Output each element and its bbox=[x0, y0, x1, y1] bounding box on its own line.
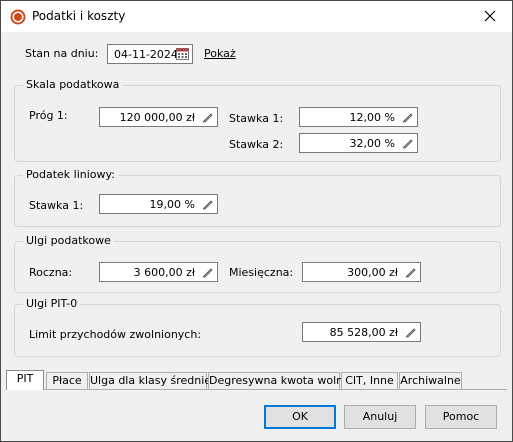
threshold-field[interactable]: 120 000,00 zł bbox=[99, 107, 218, 127]
date-value: 04-11-2024 bbox=[114, 48, 178, 61]
threshold-value: 120 000,00 zł bbox=[119, 111, 195, 124]
cancel-button[interactable]: Anuluj bbox=[344, 405, 416, 429]
annual-label: Roczna: bbox=[29, 266, 73, 279]
close-button[interactable] bbox=[468, 1, 512, 32]
rate1-label: Stawka 1: bbox=[229, 112, 284, 125]
tab-strip: PIT Płace Ulga dla klasy średniej Degres… bbox=[6, 370, 506, 390]
tab-cit-other[interactable]: CIT, Inne bbox=[341, 372, 398, 389]
rate2-field[interactable]: 32,00 % bbox=[299, 133, 418, 153]
pencil-icon[interactable] bbox=[404, 326, 416, 338]
date-label: Stan na dniu: bbox=[25, 47, 99, 60]
pencil-icon[interactable] bbox=[201, 198, 213, 210]
pencil-icon[interactable] bbox=[404, 266, 416, 278]
limit-value: 85 528,00 zł bbox=[329, 326, 398, 339]
show-link[interactable]: Pokaż bbox=[204, 47, 236, 60]
close-icon bbox=[484, 10, 496, 22]
tab-middle-class-relief[interactable]: Ulga dla klasy średniej bbox=[89, 372, 214, 389]
tax-scale-legend: Skala podatkowa bbox=[23, 78, 123, 91]
rate1-field[interactable]: 12,00 % bbox=[299, 107, 418, 127]
tab-degressive-allowance[interactable]: Degresywna kwota wolna bbox=[208, 372, 350, 389]
limit-field[interactable]: 85 528,00 zł bbox=[302, 322, 421, 342]
monthly-label: Miesięczna: bbox=[229, 266, 294, 279]
rate2-label: Stawka 2: bbox=[229, 138, 284, 151]
ok-button[interactable]: OK bbox=[264, 405, 336, 429]
annual-value: 3 600,00 zł bbox=[133, 266, 195, 279]
flat-tax-legend: Podatek liniowy: bbox=[23, 168, 118, 181]
dialog-window: Podatki i koszty Stan na dniu: 04-11-202… bbox=[0, 0, 513, 442]
monthly-value: 300,00 zł bbox=[347, 266, 398, 279]
pencil-icon[interactable] bbox=[201, 266, 213, 278]
annual-field[interactable]: 3 600,00 zł bbox=[99, 262, 218, 282]
calendar-icon[interactable] bbox=[176, 48, 189, 60]
tab-baseline bbox=[6, 389, 507, 390]
window-title: Podatki i koszty bbox=[32, 9, 126, 23]
tab-archive[interactable]: Archiwalne bbox=[399, 372, 462, 389]
date-input[interactable]: 04-11-2024 bbox=[107, 44, 193, 64]
pencil-icon[interactable] bbox=[401, 111, 413, 123]
pencil-icon[interactable] bbox=[201, 111, 213, 123]
threshold-label: Próg 1: bbox=[29, 109, 68, 122]
pit0-legend: Ulgi PIT-0 bbox=[23, 297, 81, 310]
help-button[interactable]: Pomoc bbox=[425, 405, 497, 429]
limit-label: Limit przychodów zwolnionych: bbox=[29, 328, 202, 341]
tax-relief-legend: Ulgi podatkowe bbox=[23, 234, 114, 247]
rate2-value: 32,00 % bbox=[349, 137, 395, 150]
flat-rate-value: 19,00 % bbox=[149, 198, 195, 211]
rate1-value: 12,00 % bbox=[349, 111, 395, 124]
tab-place[interactable]: Płace bbox=[46, 372, 88, 389]
flat-rate-label: Stawka 1: bbox=[29, 199, 84, 212]
flat-tax-group: Podatek liniowy: bbox=[14, 168, 501, 227]
title-bar: Podatki i koszty bbox=[1, 1, 512, 32]
flat-rate-field[interactable]: 19,00 % bbox=[99, 194, 218, 214]
app-logo-icon bbox=[10, 9, 26, 25]
monthly-field[interactable]: 300,00 zł bbox=[302, 262, 421, 282]
tab-pit[interactable]: PIT bbox=[6, 370, 44, 390]
pencil-icon[interactable] bbox=[401, 137, 413, 149]
